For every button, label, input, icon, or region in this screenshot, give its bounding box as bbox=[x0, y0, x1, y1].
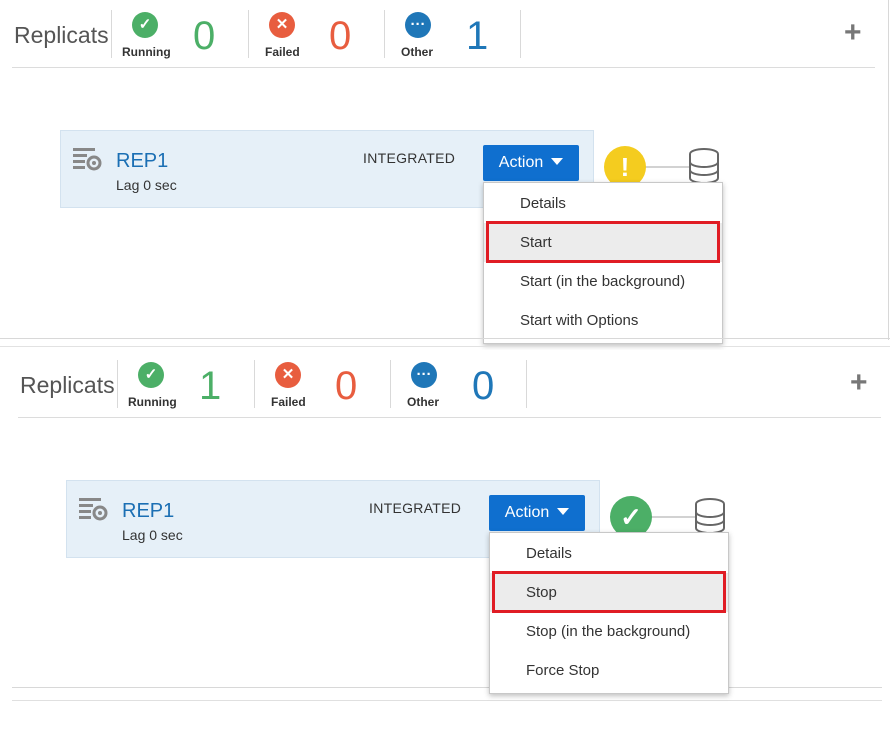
plus-icon[interactable]: + bbox=[844, 18, 862, 48]
replicat-name-link[interactable]: REP1 bbox=[116, 150, 168, 173]
action-menu: Details Stop Stop (in the background) Fo… bbox=[489, 532, 729, 694]
divider bbox=[384, 10, 385, 58]
menu-item-details[interactable]: Details bbox=[484, 184, 722, 223]
menu-item-stop-background[interactable]: Stop (in the background) bbox=[490, 612, 728, 651]
panel-border bbox=[12, 687, 882, 688]
menu-item-label: Details bbox=[520, 195, 566, 212]
running-count: 0 bbox=[193, 14, 216, 58]
database-icon bbox=[695, 498, 725, 534]
panel-border bbox=[888, 0, 889, 340]
connector-line bbox=[640, 166, 690, 168]
page-title: Replicats bbox=[14, 22, 109, 48]
failed-count: 0 bbox=[329, 14, 352, 58]
divider bbox=[520, 10, 521, 58]
x-icon: ✕ bbox=[269, 12, 295, 38]
mode-text: INTEGRATED bbox=[369, 500, 462, 516]
failed-label: Failed bbox=[271, 395, 306, 409]
header-divider bbox=[18, 417, 881, 418]
divider bbox=[526, 360, 527, 408]
replicat-process-icon bbox=[79, 498, 108, 521]
running-count: 1 bbox=[199, 364, 222, 408]
database-icon bbox=[689, 148, 719, 184]
x-icon: ✕ bbox=[275, 362, 301, 388]
other-label: Other bbox=[407, 395, 440, 409]
replicat-name-link[interactable]: REP1 bbox=[122, 500, 174, 523]
mode-text: INTEGRATED bbox=[363, 150, 456, 166]
replicats-header: Replicats ✓ Running 0 ✕ Failed 0 ··· Oth… bbox=[0, 0, 890, 70]
menu-item-start-background[interactable]: Start (in the background) bbox=[484, 262, 722, 301]
menu-item-label: Force Stop bbox=[526, 662, 600, 679]
divider bbox=[254, 360, 255, 408]
action-button-label: Action bbox=[498, 154, 544, 171]
menu-item-force-stop[interactable]: Force Stop bbox=[490, 651, 728, 690]
menu-item-label: Start with Options bbox=[520, 312, 639, 329]
menu-item-label: Details bbox=[526, 545, 572, 562]
connector-line bbox=[646, 516, 696, 518]
check-icon: ✓ bbox=[138, 362, 164, 388]
plus-icon[interactable]: + bbox=[850, 368, 868, 398]
failed-label: Failed bbox=[265, 45, 300, 59]
running-label: Running bbox=[128, 395, 177, 409]
page-title: Replicats bbox=[20, 372, 115, 398]
caret-down-icon bbox=[557, 508, 570, 516]
action-button[interactable]: Action bbox=[483, 145, 579, 181]
replicats-panel-after: Replicats ✓ Running 1 ✕ Failed 0 ··· Oth… bbox=[0, 350, 890, 756]
caret-down-icon bbox=[551, 158, 564, 166]
running-label: Running bbox=[122, 45, 171, 59]
menu-item-start-with-options[interactable]: Start with Options bbox=[484, 301, 722, 340]
action-menu: Details Start Start (in the background) … bbox=[483, 182, 723, 344]
panel-border bbox=[12, 700, 882, 701]
ellipsis-icon: ··· bbox=[411, 362, 437, 388]
other-label: Other bbox=[401, 45, 434, 59]
menu-item-label: Start (in the background) bbox=[520, 273, 686, 290]
replicats-panel-before: Replicats ✓ Running 0 ✕ Failed 0 ··· Oth… bbox=[0, 0, 890, 344]
lag-text: Lag 0 sec bbox=[122, 527, 183, 543]
divider bbox=[117, 360, 118, 408]
panel-border bbox=[0, 346, 890, 347]
replicat-process-icon bbox=[73, 148, 102, 171]
highlight-box bbox=[486, 221, 720, 263]
other-count: 1 bbox=[466, 14, 489, 58]
ellipsis-icon: ··· bbox=[405, 12, 431, 38]
check-icon: ✓ bbox=[132, 12, 158, 38]
highlight-box bbox=[492, 571, 726, 613]
lag-text: Lag 0 sec bbox=[116, 177, 177, 193]
menu-item-details[interactable]: Details bbox=[490, 534, 728, 573]
divider bbox=[390, 360, 391, 408]
other-count: 0 bbox=[472, 364, 495, 408]
replicats-header: Replicats ✓ Running 1 ✕ Failed 0 ··· Oth… bbox=[0, 350, 890, 420]
divider bbox=[248, 10, 249, 58]
panel-border bbox=[0, 338, 890, 339]
menu-item-label: Stop (in the background) bbox=[526, 623, 691, 640]
header-divider bbox=[12, 67, 875, 68]
action-button-label: Action bbox=[504, 504, 550, 521]
divider bbox=[111, 10, 112, 58]
action-button[interactable]: Action bbox=[489, 495, 585, 531]
failed-count: 0 bbox=[335, 364, 358, 408]
